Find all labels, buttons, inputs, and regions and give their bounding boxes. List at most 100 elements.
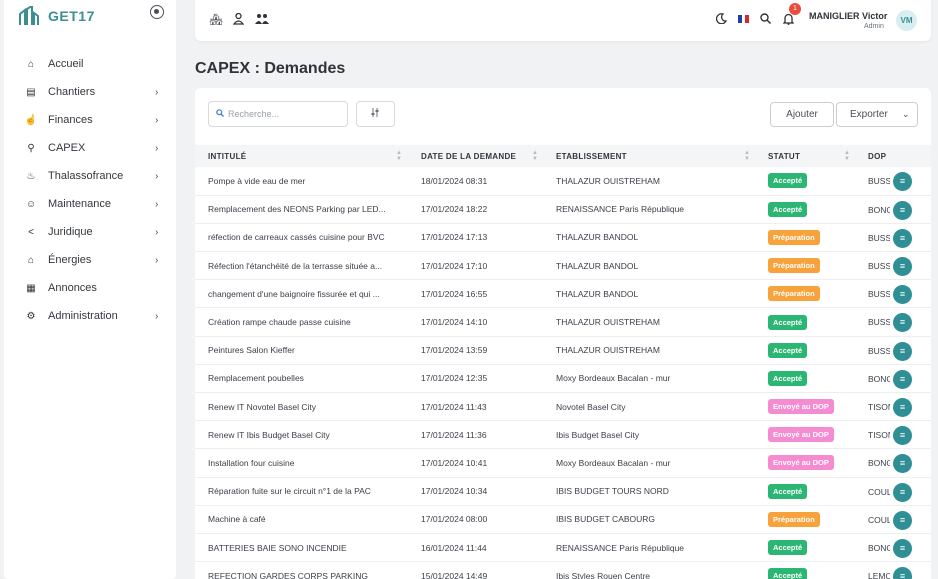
- sidebar-item-thalassofrance[interactable]: ♨ Thalassofrance ›: [4, 162, 176, 190]
- brand[interactable]: GET17: [18, 6, 95, 26]
- row-menu-icon[interactable]: ≡: [893, 538, 912, 558]
- export-button[interactable]: Exporter ⌄: [836, 102, 918, 127]
- table-row[interactable]: réfection de carreaux cassés cuisine pou…: [195, 223, 931, 252]
- row-menu-icon[interactable]: ≡: [893, 369, 912, 389]
- cell-establishment: Novotel Basel City: [556, 401, 626, 412]
- cell-status: Préparation: [768, 505, 868, 533]
- dop-name: COUL: [868, 514, 890, 525]
- row-menu-icon[interactable]: ≡: [893, 510, 912, 530]
- sidebar-item-maintenance[interactable]: ☺ Maintenance ›: [4, 190, 176, 218]
- cell-date: 17/01/2024 12:35: [421, 373, 488, 384]
- row-menu-icon[interactable]: ≡: [893, 228, 912, 248]
- row-menu-icon[interactable]: ≡: [893, 200, 912, 220]
- table-row[interactable]: Remplacement des NEONS Parking par LED..…: [195, 195, 931, 224]
- filter-button[interactable]: [356, 101, 395, 127]
- dop-name: TISON: [868, 401, 890, 412]
- table-row[interactable]: Création rampe chaude passe cuisine 17/01…: [195, 308, 931, 337]
- table-row[interactable]: changement d'une baignoire fissurée et q…: [195, 280, 931, 308]
- row-menu-icon[interactable]: ≡: [893, 398, 912, 417]
- table-row[interactable]: Remplacement poubelles 17/01/2024 12:35 Mo…: [195, 364, 931, 393]
- table-row[interactable]: Machine à café 17/01/2024 08:00 IBIS BUDGE…: [195, 505, 931, 534]
- table-row[interactable]: Réfection l'étanchéité de la terrasse si…: [195, 252, 931, 280]
- row-menu-icon[interactable]: ≡: [893, 454, 912, 474]
- sidebar-item-capex[interactable]: ⚲ CAPEX ›: [4, 134, 176, 162]
- sidebar-item-chantiers[interactable]: ▤ Chantiers ›: [4, 78, 176, 106]
- dop-name: TISON: [868, 430, 890, 441]
- sidebar-item-finances[interactable]: ☝ Finances ›: [4, 106, 176, 134]
- row-menu-icon[interactable]: ≡: [893, 285, 912, 305]
- status-badge: Accepté: [768, 173, 808, 189]
- table-row[interactable]: REFECTION GARDES CORPS PARKING 15/01/2024…: [195, 562, 931, 579]
- row-menu-icon[interactable]: ≡: [893, 341, 912, 361]
- table-row[interactable]: BATTERIES BAIE SONO INCENDIE 16/01/2024 1…: [195, 533, 931, 562]
- column-header-title[interactable]: INTITULÉ ▲ ▼: [195, 145, 421, 167]
- sort-icon[interactable]: ▲ ▼: [744, 150, 750, 162]
- sidebar-item-label: Juridique: [48, 226, 93, 238]
- table-row[interactable]: Renew IT Ibis Budget Basel City 17/01/202…: [195, 421, 931, 449]
- cell-status: Accepté: [768, 364, 868, 392]
- avatar[interactable]: VM: [896, 10, 917, 31]
- column-header-status[interactable]: STATUT ▲ ▼: [768, 145, 868, 167]
- row-menu-icon[interactable]: ≡: [893, 426, 912, 446]
- dark-mode-icon[interactable]: [715, 13, 728, 27]
- column-header-date[interactable]: DATE DE LA DEMANDE ▲ ▼: [421, 145, 556, 167]
- sidebar-item-energies[interactable]: ⌂ Énergies ›: [4, 246, 176, 274]
- cell-dop: BUSS ≡: [868, 252, 931, 280]
- cell-date: 17/01/2024 18:22: [421, 204, 488, 215]
- sidebar-item-annonces[interactable]: ▦ Annonces: [4, 274, 176, 302]
- sidebar-item-juridique[interactable]: < Juridique ›: [4, 218, 176, 246]
- sidebar-item-label: Finances: [48, 114, 93, 126]
- sidebar-toggle-icon[interactable]: [150, 5, 164, 19]
- cell-date: 17/01/2024 11:43: [421, 401, 487, 412]
- sidebar-item-label: CAPEX: [48, 142, 86, 154]
- worker-icon: ☺: [25, 198, 37, 210]
- status-badge: Préparation: [768, 229, 820, 245]
- chevron-right-icon: ›: [155, 310, 159, 322]
- cell-status: Accepté: [768, 195, 868, 223]
- chevron-right-icon: ›: [155, 170, 159, 182]
- cell-establishment: THALAZUR OUISTREHAM: [556, 175, 660, 186]
- cell-title: changement d'une baignoire fissurée et q…: [208, 288, 380, 299]
- table-row[interactable]: Réparation fuite sur le circuit n°1 de l…: [195, 477, 931, 506]
- users-icon[interactable]: [255, 13, 269, 28]
- status-badge: Accepté: [768, 201, 808, 217]
- search-icon[interactable]: [760, 13, 772, 27]
- cell-dop: LEMO ≡: [868, 562, 931, 579]
- row-menu-icon[interactable]: ≡: [893, 567, 912, 579]
- sort-icon[interactable]: ▲ ▼: [532, 150, 538, 162]
- user-icon[interactable]: [232, 12, 245, 28]
- column-header-establishment[interactable]: ETABLISSEMENT ▲ ▼: [556, 145, 768, 167]
- row-menu-icon[interactable]: ≡: [893, 313, 912, 333]
- sidebar-item-label: Maintenance: [48, 198, 111, 210]
- user-name[interactable]: MANIGLIER Victor: [809, 11, 887, 21]
- column-header-dop[interactable]: DOP: [868, 145, 931, 167]
- sidebar-item-administration[interactable]: ⚙ Administration ›: [4, 302, 176, 330]
- user-role: Admin: [864, 23, 884, 30]
- add-button[interactable]: Ajouter: [770, 102, 834, 127]
- sort-icon[interactable]: ▲ ▼: [396, 150, 402, 162]
- row-menu-icon[interactable]: ≡: [893, 482, 912, 502]
- status-badge: Accepté: [768, 568, 808, 579]
- row-menu-icon[interactable]: ≡: [893, 257, 912, 277]
- cell-status: Accepté: [768, 167, 868, 195]
- spa-icon: ♨: [26, 170, 36, 182]
- sort-icon[interactable]: ▲ ▼: [844, 150, 850, 162]
- table-row[interactable]: Peintures Salon Kieffer 17/01/2024 13:59 T…: [195, 336, 931, 365]
- table-row[interactable]: Pompe à vide eau de mer 18/01/2024 08:31 T…: [195, 167, 931, 196]
- search-input[interactable]: Recherche...: [208, 101, 348, 127]
- cell-dop: TISON≡: [868, 421, 931, 449]
- cell-status: Préparation: [768, 223, 868, 251]
- cell-establishment: Moxy Bordeaux Bacalan - mur: [556, 373, 671, 384]
- table-row[interactable]: Installation four cuisine 17/01/2024 10:4…: [195, 449, 931, 478]
- language-flag-icon[interactable]: [738, 15, 750, 23]
- bell-icon[interactable]: [782, 13, 795, 28]
- buildings-icon[interactable]: 🏘: [209, 13, 223, 26]
- cell-establishment: RENAISSANCE Paris République: [556, 542, 685, 553]
- table-row[interactable]: Renew IT Novotel Basel City 17/01/2024 11…: [195, 393, 931, 421]
- sidebar-item-accueil[interactable]: ⌂ Accueil: [4, 50, 176, 78]
- cell-date: 17/01/2024 17:10: [421, 260, 488, 271]
- flag-stripe: [745, 15, 750, 23]
- dop-name: BUSS: [868, 232, 890, 243]
- row-menu-icon[interactable]: ≡: [893, 172, 912, 191]
- cell-establishment: THALAZUR BANDOL: [556, 260, 639, 271]
